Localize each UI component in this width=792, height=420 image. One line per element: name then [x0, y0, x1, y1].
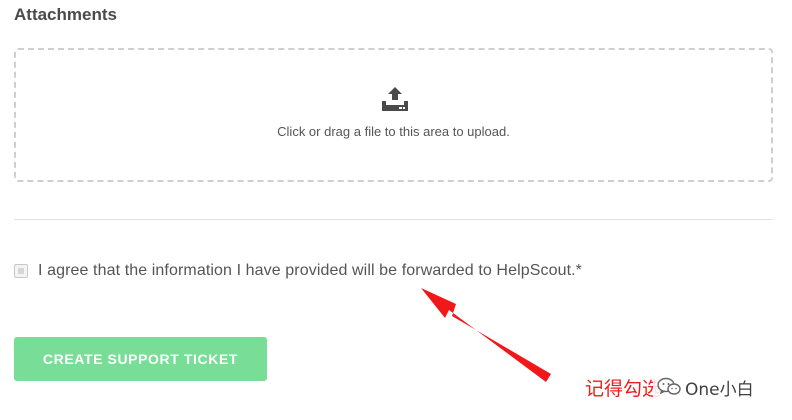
agreement-checkbox[interactable] [14, 264, 28, 278]
attachments-title: Attachments [14, 5, 117, 24]
annotation-text: 记得勾选 [585, 378, 662, 400]
agreement-label[interactable]: I agree that the information I have prov… [38, 262, 582, 280]
upload-icon [382, 87, 408, 111]
wechat-icon [657, 377, 681, 395]
watermark-text: One小白 [685, 379, 754, 400]
dropzone-instructions: Click or drag a file to this area to upl… [277, 124, 510, 139]
create-support-ticket-button[interactable]: CREATE SUPPORT TICKET [14, 337, 267, 381]
watermark: One小白 [653, 374, 760, 400]
file-dropzone[interactable]: Click or drag a file to this area to upl… [14, 48, 773, 182]
agreement-row: I agree that the information I have prov… [14, 259, 582, 283]
divider [14, 219, 773, 220]
